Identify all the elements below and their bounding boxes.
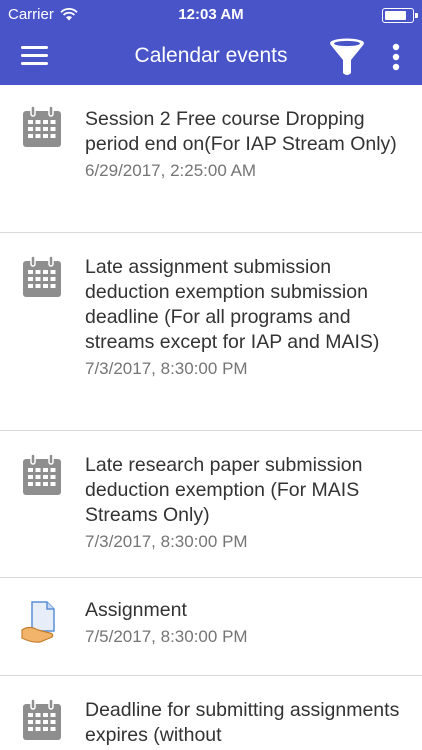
event-list-item[interactable]: Late assignment submission deduction exe… — [0, 233, 422, 431]
event-date: 7/3/2017, 8:30:00 PM — [85, 359, 248, 378]
filter-button[interactable] — [325, 36, 369, 80]
filter-funnel-icon — [330, 38, 364, 75]
event-list: Session 2 Free course Dropping period en… — [0, 85, 422, 750]
event-title: Late assignment submission deduction exe… — [85, 256, 380, 353]
more-vertical-icon — [392, 43, 400, 71]
more-options-button[interactable] — [384, 40, 408, 76]
battery-icon — [382, 8, 418, 23]
event-date: 6/29/2017, 2:25:00 AM — [85, 161, 257, 180]
event-title: Session 2 Free course Dropping period en… — [85, 108, 397, 155]
event-title: Late research paper submission deduction… — [85, 454, 363, 526]
event-date: 7/3/2017, 8:30:00 PM — [85, 532, 248, 551]
calendar-icon — [23, 698, 61, 740]
calendar-icon — [23, 105, 61, 147]
event-list-item[interactable]: Late research paper submission deduction… — [0, 431, 422, 578]
event-title: Deadline for submitting assignments expi… — [85, 699, 400, 746]
event-list-item[interactable]: Deadline for submitting assignments expi… — [0, 676, 422, 750]
navigation-bar: Calendar events — [0, 30, 422, 85]
event-title: Assignment — [85, 599, 187, 621]
assignment-icon — [21, 601, 55, 643]
clock: 12:03 AM — [178, 6, 244, 23]
status-bar: Carrier 12:03 AM — [0, 0, 422, 30]
calendar-icon — [23, 255, 61, 297]
calendar-icon — [23, 453, 61, 495]
event-list-item[interactable]: Assignment 7/5/2017, 8:30:00 PM — [0, 578, 422, 676]
event-date: 7/5/2017, 8:30:00 PM — [85, 627, 248, 646]
battery-level — [385, 11, 406, 20]
event-list-item[interactable]: Session 2 Free course Dropping period en… — [0, 85, 422, 233]
